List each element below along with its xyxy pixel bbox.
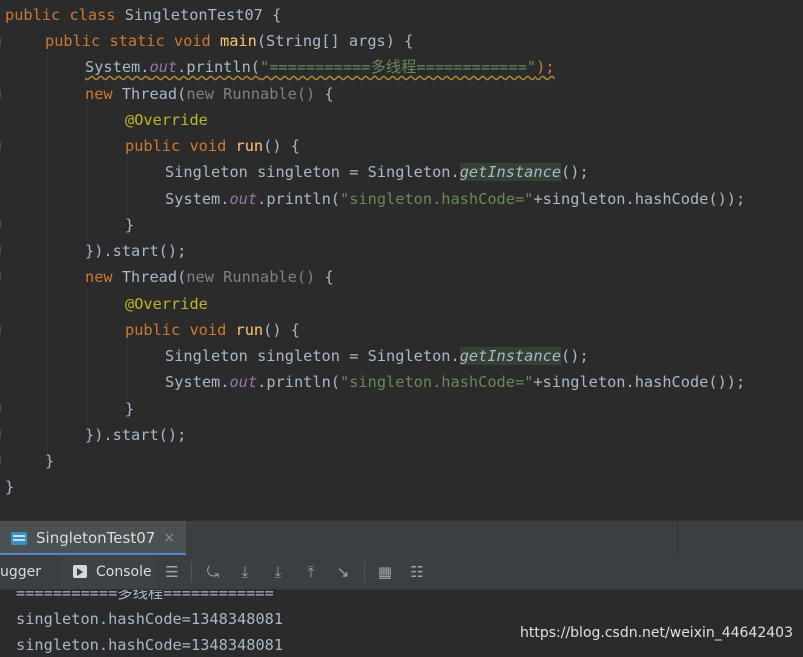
- run-tool-window-header: SingletonTest07 ×: [0, 520, 803, 555]
- code-line-9: }: [125, 216, 135, 234]
- code-line-17: }).start();: [85, 426, 187, 444]
- menu-icon[interactable]: ☰: [164, 564, 180, 580]
- evaluate-expression-icon[interactable]: ▦: [377, 564, 393, 580]
- show-execution-point-icon[interactable]: ⤿: [205, 564, 221, 580]
- code-editor[interactable]: public class SingletonTest07 { public st…: [0, 0, 803, 520]
- close-icon[interactable]: ×: [163, 530, 175, 546]
- toolbar-separator: [191, 562, 192, 582]
- run-config-icon: [11, 531, 27, 545]
- toolbar-separator: [364, 562, 365, 582]
- console-line: ===========多线程============: [16, 590, 274, 602]
- console-line: singleton.hashCode=1348348081: [16, 636, 284, 654]
- code-line-2: public static void main(String[] args) {: [45, 32, 414, 50]
- code-line-6: public void run() {: [125, 137, 300, 155]
- code-line-8: System.out.println("singleton.hashCode="…: [165, 190, 746, 208]
- code-line-11: new Thread(new Runnable() {: [85, 268, 334, 286]
- code-line-5: @Override: [125, 111, 208, 129]
- code-line-18: }: [45, 452, 55, 470]
- code-line-19: }: [5, 478, 15, 496]
- step-out-icon[interactable]: ⤒: [303, 564, 319, 580]
- code-line-7: Singleton singleton = Singleton.getInsta…: [165, 163, 589, 181]
- debug-toolbar: ugger Console ☰ ⤿ ⤓ ⤓ ⤒ ↘ ▦ ☷: [0, 555, 803, 590]
- code-line-3: System.out.println("===========多线程======…: [85, 58, 555, 76]
- run-tab-label: SingletonTest07: [36, 529, 156, 547]
- console-tab-label: Console: [96, 564, 152, 580]
- debugger-tab[interactable]: ugger: [0, 555, 41, 589]
- run-to-cursor-icon[interactable]: ↘: [335, 564, 351, 580]
- code-line-16: }: [125, 400, 135, 418]
- console-icon: [73, 565, 87, 578]
- code-line-1: public class SingletonTest07 {: [5, 6, 282, 24]
- code-line-15: System.out.println("singleton.hashCode="…: [165, 373, 746, 391]
- console-output[interactable]: ===========多线程============ singleton.has…: [0, 590, 803, 657]
- console-line: singleton.hashCode=1348348081: [16, 610, 284, 628]
- code-line-12: @Override: [125, 295, 208, 313]
- code-line-13: public void run() {: [125, 321, 300, 339]
- header-divider: [677, 521, 678, 555]
- code-line-4: new Thread(new Runnable() {: [85, 85, 334, 103]
- run-tab-singletontest07[interactable]: SingletonTest07 ×: [0, 521, 186, 555]
- watermark-text: https://blog.csdn.net/weixin_44642403: [519, 625, 793, 641]
- code-line-10: }).start();: [85, 242, 187, 260]
- trace-icon[interactable]: ☷: [409, 564, 425, 580]
- step-into-icon[interactable]: ⤓: [270, 564, 286, 580]
- code-line-14: Singleton singleton = Singleton.getInsta…: [165, 347, 589, 365]
- step-over-icon[interactable]: ⤓: [237, 564, 253, 580]
